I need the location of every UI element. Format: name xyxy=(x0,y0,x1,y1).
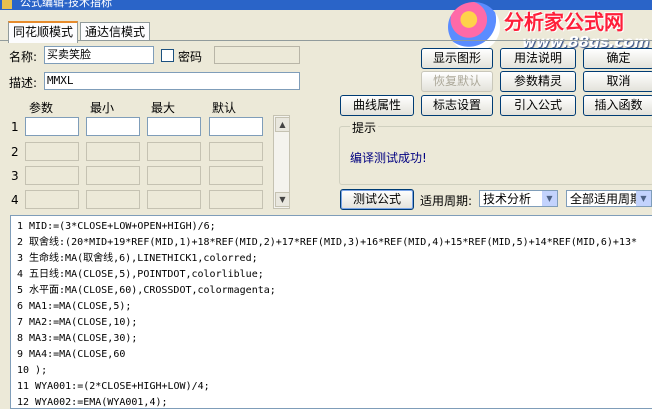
period-value: 全部适用周期 xyxy=(570,192,643,206)
param-name-input[interactable] xyxy=(25,166,79,185)
param-min-input[interactable] xyxy=(86,117,140,136)
code-line: 4 五日线:MA(CLOSE,5),POINTDOT,colorliblue; xyxy=(11,267,268,283)
param-header-max: 最大 xyxy=(151,101,176,115)
param-header-default: 默认 xyxy=(212,101,237,115)
logo-brand-text: 分析家公式网 xyxy=(504,10,624,34)
code-line-text: 5 水平面:MA(CLOSE,60),CROSSDOT,colormagenta… xyxy=(17,285,276,296)
param-row-number: 2 xyxy=(11,145,19,159)
code-line-text: 8 MA3:=MA(CLOSE,30); xyxy=(17,333,138,344)
formula-type-value: 技术分析 xyxy=(483,192,532,206)
hint-group: 提示 编译测试成功! xyxy=(339,119,652,185)
code-line: 11 WYA001:=(2*CLOSE+HIGH+LOW)/4; xyxy=(11,379,214,395)
param-default-input[interactable] xyxy=(209,117,263,136)
param-name-input[interactable] xyxy=(25,190,79,209)
usage-button[interactable]: 用法说明 xyxy=(500,48,576,69)
code-line: 6 MA1:=MA(CLOSE,5); xyxy=(11,299,135,315)
code-line: 5 水平面:MA(CLOSE,60),CROSSDOT,colormagenta… xyxy=(11,283,280,299)
param-row-number: 1 xyxy=(11,120,19,134)
scroll-down-arrow-icon[interactable]: ▼ xyxy=(275,192,290,207)
hint-title: 提示 xyxy=(350,119,379,136)
hint-message: 编译测试成功! xyxy=(350,151,427,165)
window-title: 公式编辑-技术指标 xyxy=(20,0,112,9)
param-name-input[interactable] xyxy=(25,117,79,136)
param-name-input[interactable] xyxy=(25,142,79,161)
formula-type-select[interactable]: 技术分析 ▼ xyxy=(479,190,558,207)
code-line-text: 3 生命线:MA(取舍线,6),LINETHICK1,colorred; xyxy=(17,253,258,264)
tab-ths-mode[interactable]: 同花顺模式 xyxy=(8,21,79,43)
param-max-input[interactable] xyxy=(147,117,201,136)
name-input[interactable]: 买卖笑脸 xyxy=(44,46,154,64)
code-line: 10 ); xyxy=(11,363,51,379)
code-line: 3 生命线:MA(取舍线,6),LINETHICK1,colorred; xyxy=(11,251,262,267)
param-scrollbar[interactable]: ▲ ▼ xyxy=(273,115,290,209)
param-min-input[interactable] xyxy=(86,166,140,185)
param-min-input[interactable] xyxy=(86,142,140,161)
code-line: 1 MID:=(3*CLOSE+LOW+OPEN+HIGH)/6; xyxy=(11,219,220,235)
desc-label: 描述: xyxy=(9,76,38,90)
import-formula-button[interactable]: 引入公式 xyxy=(500,95,576,116)
formula-editor[interactable]: 1 MID:=(3*CLOSE+LOW+OPEN+HIGH)/6; 2 取舍线:… xyxy=(10,215,652,409)
dropdown-arrow-icon[interactable]: ▼ xyxy=(542,191,557,206)
param-wizard-button[interactable]: 参数精灵 xyxy=(500,71,576,92)
param-default-input[interactable] xyxy=(209,142,263,161)
code-line-text: 10 ); xyxy=(17,365,48,376)
param-header-min: 最小 xyxy=(90,101,115,115)
curve-props-button[interactable]: 曲线属性 xyxy=(340,95,414,116)
param-row-number: 3 xyxy=(11,169,19,183)
tab-tdx-mode[interactable]: 通达信模式 xyxy=(80,22,151,41)
period-select[interactable]: 全部适用周期 ▼ xyxy=(566,190,652,207)
password-label: 密码 xyxy=(178,50,203,64)
restore-default-button[interactable]: 恢复默认 xyxy=(421,71,493,92)
code-line-text: 11 WYA001:=(2*CLOSE+HIGH+LOW)/4; xyxy=(17,381,210,392)
password-checkbox[interactable] xyxy=(161,49,174,62)
param-header-name: 参数 xyxy=(29,101,54,115)
code-line-text: 2 取舍线:(20*MID+19*REF(MID,1)+18*REF(MID,2… xyxy=(17,237,638,248)
password-input[interactable] xyxy=(214,46,300,64)
app-icon xyxy=(2,0,12,9)
name-label: 名称: xyxy=(9,50,38,64)
ok-button[interactable]: 确定 xyxy=(583,48,652,69)
code-line-text: 9 MA4:=MA(CLOSE,60 xyxy=(17,349,126,360)
desc-input[interactable]: MMXL xyxy=(44,72,300,90)
param-max-input[interactable] xyxy=(147,166,201,185)
param-default-input[interactable] xyxy=(209,166,263,185)
dropdown-arrow-icon[interactable]: ▼ xyxy=(636,191,651,206)
code-line-text: 4 五日线:MA(CLOSE,5),POINTDOT,colorliblue; xyxy=(17,269,264,280)
code-line-text: 6 MA1:=MA(CLOSE,5); xyxy=(17,301,132,312)
code-line: 8 MA3:=MA(CLOSE,30); xyxy=(11,331,141,347)
param-max-input[interactable] xyxy=(147,190,201,209)
code-line-text: 1 MID:=(3*CLOSE+LOW+OPEN+HIGH)/6; xyxy=(17,221,216,232)
cancel-button[interactable]: 取消 xyxy=(583,71,652,92)
insert-function-button[interactable]: 插入函数 xyxy=(583,95,652,116)
show-chart-button[interactable]: 显示图形 xyxy=(421,48,493,69)
param-max-input[interactable] xyxy=(147,142,201,161)
period-label: 适用周期: xyxy=(420,194,473,208)
param-default-input[interactable] xyxy=(209,190,263,209)
scroll-up-arrow-icon[interactable]: ▲ xyxy=(275,117,290,132)
code-line: 2 取舍线:(20*MID+19*REF(MID,1)+18*REF(MID,2… xyxy=(11,235,641,251)
code-line: 9 MA4:=MA(CLOSE,60 xyxy=(11,347,129,363)
param-min-input[interactable] xyxy=(86,190,140,209)
code-line: 7 MA2:=MA(CLOSE,10); xyxy=(11,315,141,331)
test-formula-button[interactable]: 测试公式 xyxy=(340,189,414,210)
code-line-text: 7 MA2:=MA(CLOSE,10); xyxy=(17,317,138,328)
marker-settings-button[interactable]: 标志设置 xyxy=(421,95,493,116)
param-row-number: 4 xyxy=(11,193,19,207)
